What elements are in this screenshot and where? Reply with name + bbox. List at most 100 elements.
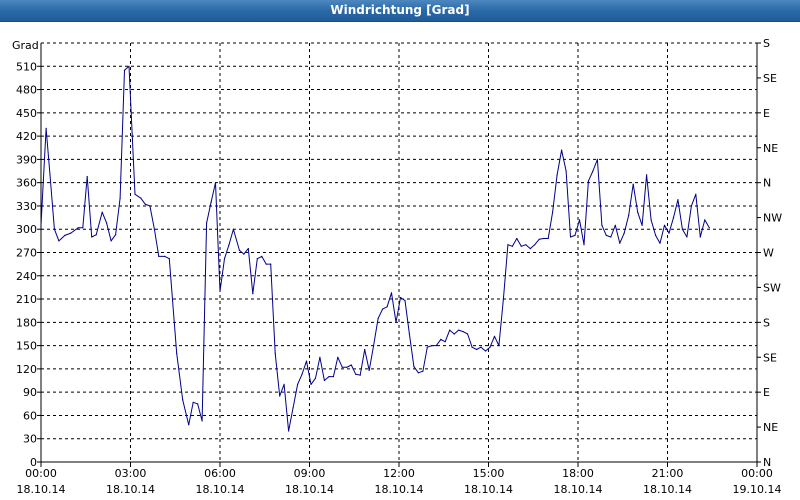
data-point	[182, 399, 184, 401]
data-point	[623, 232, 625, 234]
data-point	[493, 335, 496, 337]
data-point	[350, 364, 352, 366]
data-point	[502, 298, 504, 300]
data-point	[404, 300, 406, 302]
data-point	[86, 175, 88, 178]
data-point	[101, 211, 103, 213]
data-point	[283, 383, 285, 385]
data-point	[587, 180, 590, 182]
data-point	[583, 244, 585, 246]
y-tick-label: 210	[16, 293, 37, 306]
data-point	[449, 329, 451, 331]
right-tick-label: SE	[763, 72, 777, 85]
y-axis-ticks: 0306090120150180210240270300330360390420…	[16, 60, 41, 469]
data-point	[332, 376, 334, 378]
y-axis-label: Grad	[12, 39, 39, 52]
data-point	[144, 203, 146, 205]
data-point	[288, 430, 290, 432]
x-tick-date: 18.10.14	[17, 483, 66, 496]
y-tick-label: 30	[23, 433, 37, 446]
y-tick-label: 270	[16, 247, 37, 260]
data-point	[440, 338, 442, 340]
data-point	[53, 228, 56, 230]
data-point	[569, 236, 572, 238]
data-point	[619, 242, 621, 244]
x-tick-time: 06:00	[204, 467, 236, 480]
data-point	[511, 245, 513, 247]
data-point	[292, 407, 294, 409]
data-point	[561, 149, 563, 151]
x-axis-ticks: 00:00 18.10.14 03:00 18.10.14 06:00 18.10.14 0…	[17, 462, 781, 496]
y-tick-label: 420	[16, 130, 37, 143]
data-point	[197, 403, 199, 405]
data-point	[476, 348, 478, 351]
data-point	[498, 345, 500, 347]
data-point	[341, 366, 343, 368]
data-point	[377, 317, 379, 320]
data-point	[686, 236, 688, 238]
data-point	[444, 341, 446, 343]
data-point	[484, 350, 487, 352]
x-tick-time: 03:00	[115, 467, 147, 480]
data-point	[359, 374, 361, 376]
data-point	[529, 248, 531, 250]
data-point	[252, 293, 254, 295]
data-point	[641, 224, 643, 226]
x-tick-time: 21:00	[652, 467, 684, 480]
y-tick-label: 360	[16, 177, 37, 190]
series-line	[40, 65, 710, 432]
y-tick-label: 390	[16, 153, 37, 166]
data-point	[228, 244, 230, 246]
data-point	[314, 377, 317, 379]
grid-lines	[41, 42, 757, 462]
data-point	[646, 174, 648, 176]
data-point	[247, 248, 249, 250]
right-tick-label: NW	[763, 212, 782, 225]
data-point	[373, 345, 375, 347]
data-point	[188, 424, 190, 426]
data-point	[390, 292, 393, 294]
data-point	[480, 346, 482, 348]
data-point	[650, 219, 652, 221]
data-point	[297, 383, 299, 385]
data-point	[632, 183, 634, 185]
right-tick-label: SE	[763, 351, 777, 364]
data-point	[119, 197, 121, 199]
data-point	[435, 345, 437, 347]
data-point	[556, 174, 558, 176]
data-point	[128, 65, 130, 67]
data-point	[164, 255, 166, 257]
data-point	[149, 205, 151, 207]
x-tick-time: 00:00	[25, 467, 57, 480]
data-point	[355, 373, 357, 375]
data-point	[158, 255, 160, 257]
x-tick-date: 18.10.14	[106, 483, 155, 496]
data-point	[310, 383, 312, 385]
right-tick-label: NE	[763, 142, 778, 155]
series-group	[40, 65, 710, 432]
x-tick-date: 18.10.14	[554, 483, 603, 496]
data-point	[520, 245, 522, 247]
data-point	[219, 290, 221, 292]
data-point	[40, 224, 42, 226]
data-point	[467, 333, 469, 335]
x-tick-time: 12:00	[383, 467, 415, 480]
x-tick-time: 00:00	[741, 467, 773, 480]
data-point	[574, 234, 576, 236]
data-point	[422, 370, 424, 372]
x-tick-date: 18.10.14	[464, 483, 513, 496]
chart-area: 0306090120150180210240270300330360390420…	[12, 37, 782, 496]
data-point	[270, 263, 272, 265]
data-point	[45, 127, 47, 129]
x-tick-date: 18.10.14	[196, 483, 245, 496]
data-point	[659, 242, 661, 244]
data-point	[223, 258, 226, 260]
data-point	[681, 228, 684, 230]
data-point	[64, 234, 66, 236]
data-point	[261, 255, 263, 257]
data-point	[95, 234, 97, 236]
data-point	[458, 329, 460, 331]
data-point	[601, 224, 603, 226]
data-point	[534, 244, 536, 246]
right-tick-label: E	[763, 386, 770, 399]
